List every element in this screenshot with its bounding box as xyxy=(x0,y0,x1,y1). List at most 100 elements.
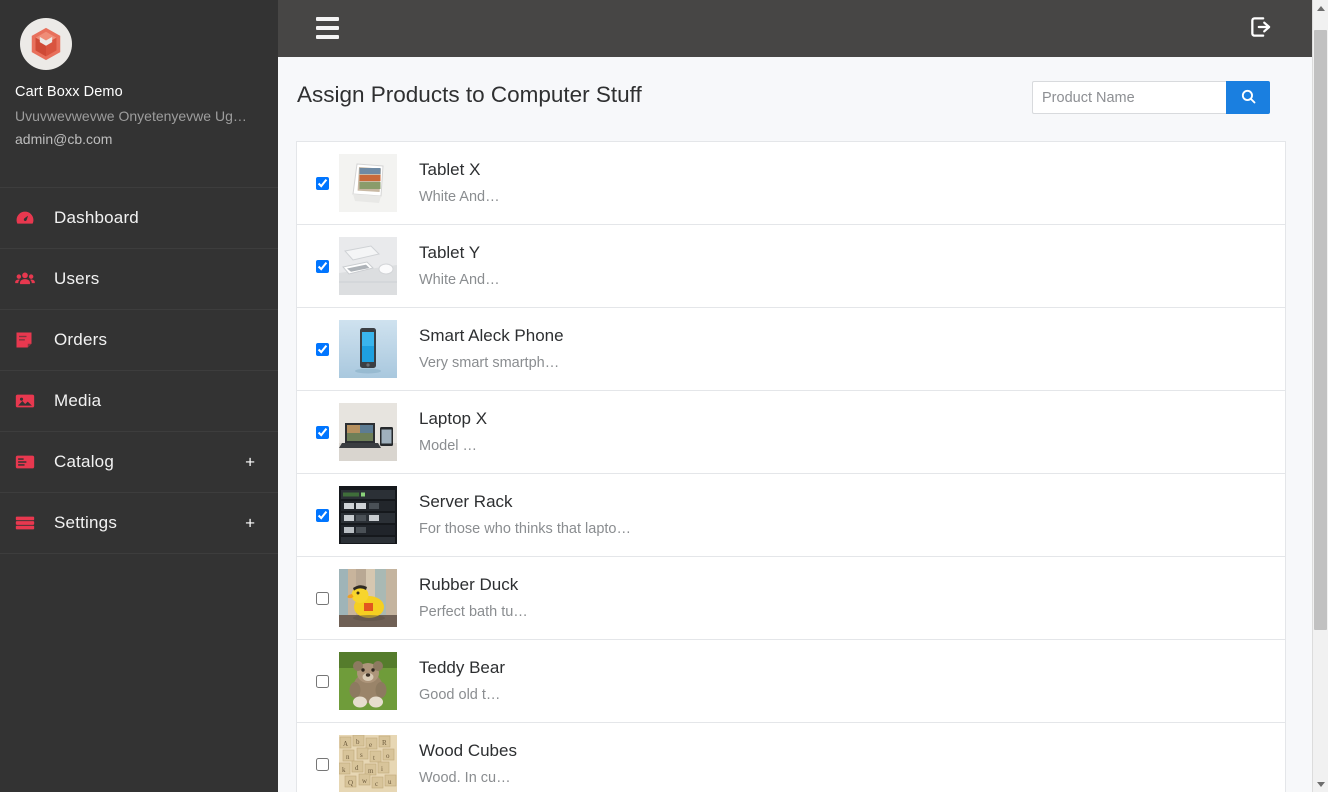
users-icon xyxy=(14,268,44,290)
expand-settings-icon[interactable]: + xyxy=(245,515,255,532)
product-description: Perfect bath tu… xyxy=(419,604,528,620)
product-checkbox[interactable] xyxy=(316,176,329,190)
page-header: Assign Products to Computer Stuff xyxy=(278,57,1312,137)
sidebar-item-catalog[interactable]: Catalog + xyxy=(0,432,278,493)
settings-icon xyxy=(14,512,44,534)
hamburger-bar xyxy=(316,17,339,21)
page-scrollbar[interactable] xyxy=(1312,0,1328,792)
expand-catalog-icon[interactable]: + xyxy=(245,454,255,471)
wood-cubes-thumb: AbeR nsto kdmi Qwcu xyxy=(339,735,397,792)
product-name: Laptop X xyxy=(419,408,488,428)
laptop-x-thumb xyxy=(339,403,397,461)
search-bar xyxy=(1032,81,1270,114)
product-text: Tablet Y White And… xyxy=(419,243,500,290)
smart-aleck-phone-thumb xyxy=(339,320,397,378)
product-name: Server Rack xyxy=(419,491,513,511)
table-row[interactable]: Server Rack For those who thinks that la… xyxy=(297,474,1285,557)
server-rack-thumb xyxy=(339,486,397,544)
table-row[interactable]: Smart Aleck Phone Very smart smartph… xyxy=(297,308,1285,391)
sign-out-icon[interactable] xyxy=(1248,14,1274,40)
hamburger-bar xyxy=(316,26,339,30)
search-input[interactable] xyxy=(1032,81,1226,114)
cube-hexagon-logo-icon xyxy=(20,18,72,70)
product-description: Model … xyxy=(419,438,478,454)
table-row[interactable]: Teddy Bear Good old t… xyxy=(297,640,1285,723)
svg-text:d: d xyxy=(355,764,359,772)
product-description: For those who thinks that lapto… xyxy=(419,521,631,537)
main-content: Assign Products to Computer Stuff Produc… xyxy=(278,57,1312,792)
table-row[interactable]: Laptop X Model … xyxy=(297,391,1285,474)
hamburger-menu-icon[interactable] xyxy=(316,17,339,39)
brand-name: Cart Boxx Demo xyxy=(15,84,123,100)
product-name: Rubber Duck xyxy=(419,574,519,594)
svg-text:Q: Q xyxy=(348,779,353,787)
topbar xyxy=(278,0,1312,57)
rubber-duck-thumb xyxy=(339,569,397,627)
product-list: Tablet X White And… Tablet Y White And… … xyxy=(296,141,1286,792)
sidebar-item-label: Users xyxy=(54,269,100,288)
brand-block: Cart Boxx Demo Uvuvwevwevwe Onyetenyevwe… xyxy=(0,0,278,161)
sidebar-nav: Dashboard Users Orders Media Catalog + S… xyxy=(0,187,278,554)
product-name: Tablet X xyxy=(419,159,481,179)
search-button[interactable] xyxy=(1226,81,1270,114)
product-text: Server Rack For those who thinks that la… xyxy=(419,492,631,539)
product-text: Teddy Bear Good old t… xyxy=(419,658,505,705)
product-text: Laptop X Model … xyxy=(419,409,487,456)
product-name: Teddy Bear xyxy=(419,657,505,677)
svg-text:A: A xyxy=(343,740,348,748)
table-row[interactable]: Tablet Y White And… xyxy=(297,225,1285,308)
sidebar-item-orders[interactable]: Orders xyxy=(0,310,278,371)
sidebar: Cart Boxx Demo Uvuvwevwevwe Onyetenyevwe… xyxy=(0,0,278,792)
dashboard-icon xyxy=(14,207,44,229)
svg-text:s: s xyxy=(360,751,363,759)
svg-text:b: b xyxy=(356,738,360,746)
media-icon xyxy=(14,390,44,412)
svg-text:i: i xyxy=(381,765,383,773)
product-checkbox[interactable] xyxy=(316,342,329,356)
product-name: Tablet Y xyxy=(419,242,481,262)
search-icon xyxy=(1240,88,1257,108)
product-checkbox[interactable] xyxy=(316,674,329,688)
app-root: Cart Boxx Demo Uvuvwevwevwe Onyetenyevwe… xyxy=(0,0,1328,792)
scroll-up-arrow-icon[interactable] xyxy=(1313,0,1328,16)
product-checkbox[interactable] xyxy=(316,591,329,605)
sidebar-item-dashboard[interactable]: Dashboard xyxy=(0,188,278,249)
page-title: Assign Products to Computer Stuff xyxy=(297,82,642,107)
table-row[interactable]: AbeR nsto kdmi Qwcu Wood Cubes Wood. In … xyxy=(297,723,1285,792)
svg-text:n: n xyxy=(346,753,350,761)
svg-text:o: o xyxy=(386,752,390,760)
sidebar-item-label: Catalog xyxy=(54,452,114,471)
sidebar-item-settings[interactable]: Settings + xyxy=(0,493,278,554)
scroll-down-arrow-icon[interactable] xyxy=(1313,776,1328,792)
chevron-down-icon xyxy=(1316,781,1325,787)
scrollbar-thumb[interactable] xyxy=(1314,30,1327,630)
svg-text:R: R xyxy=(382,739,387,747)
product-description: Good old t… xyxy=(419,687,501,703)
product-name: Smart Aleck Phone xyxy=(419,325,564,345)
orders-icon xyxy=(14,329,44,351)
product-text: Smart Aleck Phone Very smart smartph… xyxy=(419,326,564,373)
product-checkbox[interactable] xyxy=(316,508,329,522)
product-text: Tablet X White And… xyxy=(419,160,500,207)
sidebar-item-label: Media xyxy=(54,391,102,410)
brand-subtitle: Uvuvwevwevwe Onyetenyevwe Ug… xyxy=(15,108,247,124)
sidebar-item-media[interactable]: Media xyxy=(0,371,278,432)
chevron-up-icon xyxy=(1316,5,1325,11)
tablet-y-thumb xyxy=(339,237,397,295)
sidebar-item-users[interactable]: Users xyxy=(0,249,278,310)
product-checkbox[interactable] xyxy=(316,259,329,273)
product-checkbox[interactable] xyxy=(316,425,329,439)
product-description: White And… xyxy=(419,272,500,288)
table-row[interactable]: Rubber Duck Perfect bath tu… xyxy=(297,557,1285,640)
product-description: Wood. In cu… xyxy=(419,770,511,786)
hamburger-bar xyxy=(316,35,339,39)
table-row[interactable]: Tablet X White And… xyxy=(297,142,1285,225)
product-description: Very smart smartph… xyxy=(419,355,560,371)
product-checkbox[interactable] xyxy=(316,757,329,771)
svg-text:u: u xyxy=(388,778,392,786)
svg-text:c: c xyxy=(375,780,378,788)
sidebar-item-label: Settings xyxy=(54,513,118,532)
product-name: Wood Cubes xyxy=(419,740,517,760)
brand-email: admin@cb.com xyxy=(15,131,113,147)
sidebar-item-label: Dashboard xyxy=(54,208,139,227)
